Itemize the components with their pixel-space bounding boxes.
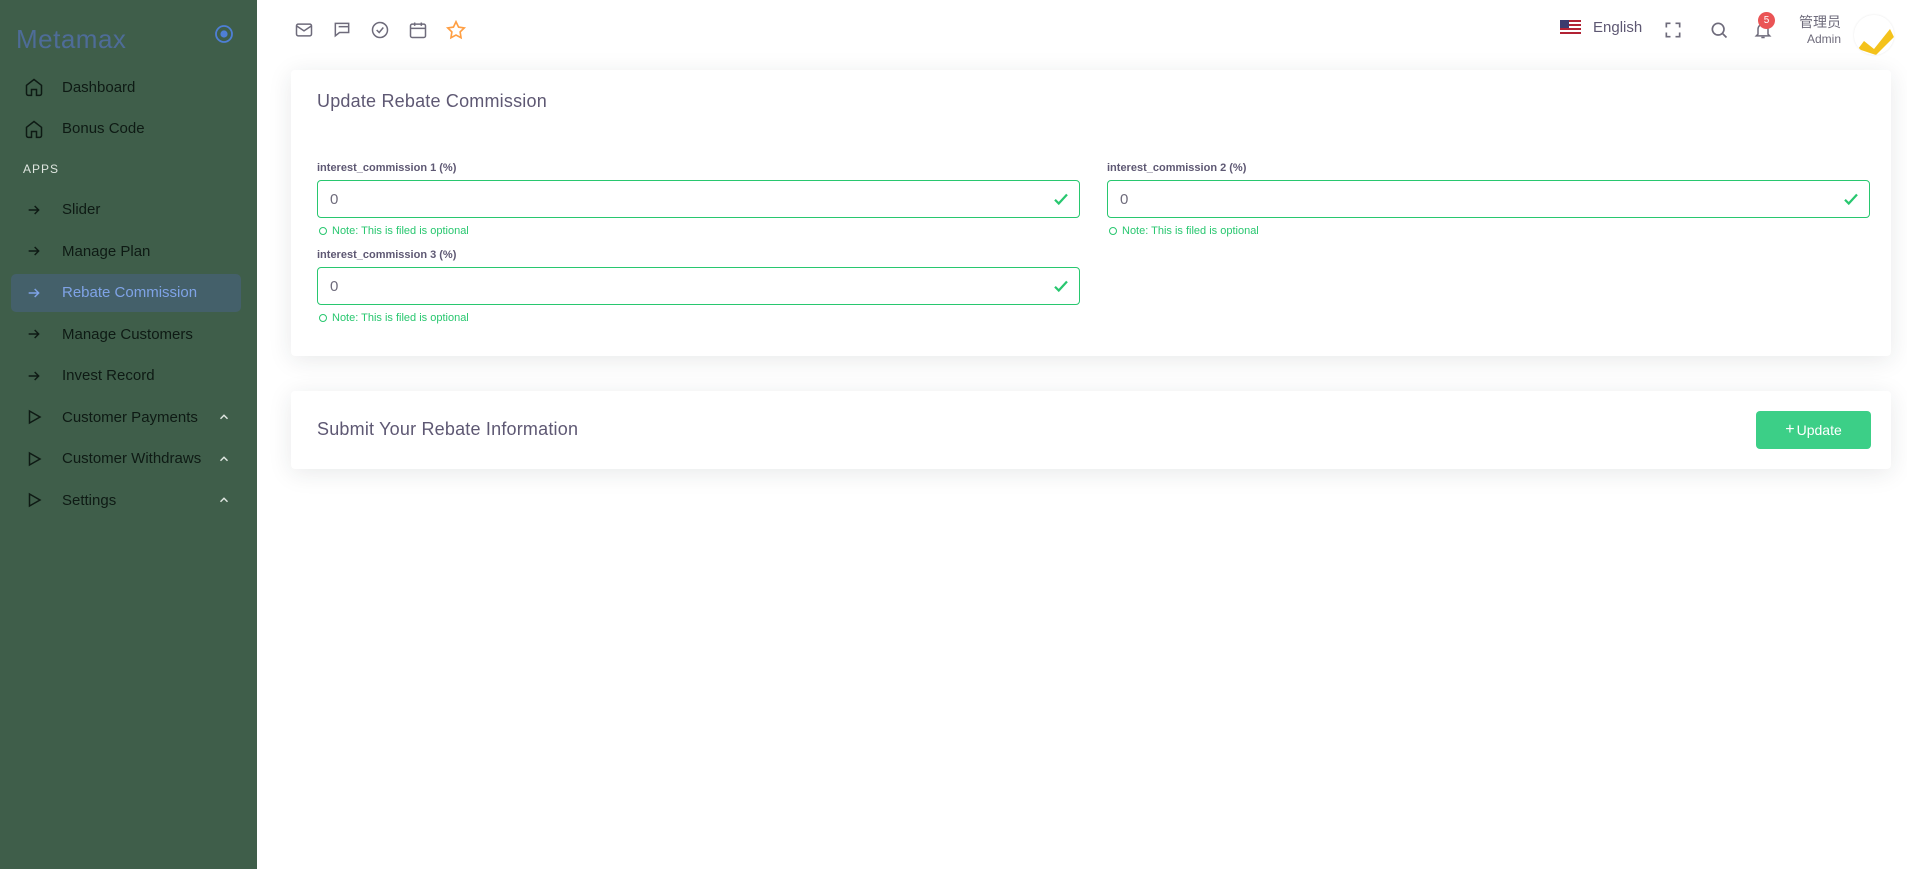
sidebar-item-label: Rebate Commission (62, 284, 198, 301)
play-icon (23, 489, 45, 511)
sidebar-item-slider[interactable]: Slider (11, 191, 241, 229)
chevron-up-icon (217, 452, 231, 466)
mail-icon[interactable] (293, 19, 315, 41)
sidebar-nav: Dashboard Bonus Code APPS Slider Manage … (11, 68, 241, 523)
interest-commission-2-field: interest_commission 2 (%) Note: This is … (1107, 162, 1870, 237)
sidebar-section-header: APPS (23, 161, 60, 176)
check-icon (1842, 190, 1860, 208)
sidebar-item-label: Customer Payments (62, 408, 198, 426)
chat-icon[interactable] (331, 19, 353, 41)
sidebar-item-label: Manage Customers (62, 325, 193, 343)
us-flag-icon (1560, 20, 1581, 35)
check-icon (1052, 277, 1070, 295)
check-circle-icon[interactable] (369, 19, 391, 41)
arrow-right-icon (23, 282, 45, 304)
update-button-label: Update (1796, 422, 1842, 438)
sidebar-item-label: Manage Plan (62, 242, 151, 260)
search-icon[interactable] (1708, 19, 1730, 41)
interest-commission-3-input[interactable] (317, 267, 1080, 305)
notification-badge: 5 (1758, 12, 1775, 29)
chevron-up-icon (217, 410, 231, 424)
field-note: Note: This is filed is optional (317, 312, 1080, 324)
sidebar-item-bonus-code[interactable]: Bonus Code (11, 110, 241, 148)
collapse-toggle-icon[interactable] (214, 24, 234, 44)
update-rebate-card: Update Rebate Commission interest_commis… (291, 70, 1891, 356)
play-icon (23, 448, 45, 470)
sidebar-item-manage-customers[interactable]: Manage Customers (11, 315, 241, 353)
field-label: interest_commission 1 (%) (317, 162, 457, 174)
play-icon (23, 406, 45, 428)
sidebar-item-settings[interactable]: Settings (11, 481, 241, 519)
avatar[interactable] (1854, 15, 1894, 55)
page-title: Update Rebate Commission (317, 91, 547, 111)
interest-commission-1-input[interactable] (317, 180, 1080, 218)
sidebar-item-label: Dashboard (62, 78, 136, 96)
sidebar-item-label: Settings (62, 491, 117, 509)
sidebar: Metamax Dashboard Bonus Code APPS Slider (0, 0, 257, 869)
brand-logo[interactable]: Metamax (16, 24, 126, 55)
submit-rebate-card: Submit Your Rebate Information + Update (291, 391, 1891, 469)
language-selector[interactable]: English (1560, 19, 1642, 36)
field-note-text: Note: This is filed is optional (1122, 225, 1259, 237)
home-icon (23, 118, 45, 140)
update-button[interactable]: + Update (1756, 411, 1871, 449)
circle-icon (319, 314, 327, 322)
user-name[interactable]: 管理员 (1793, 12, 1841, 32)
sidebar-item-label: Slider (62, 201, 101, 218)
sidebar-item-customer-payments[interactable]: Customer Payments (11, 398, 241, 436)
arrow-right-icon (23, 365, 45, 387)
chevron-up-icon (217, 493, 231, 507)
language-label: English (1593, 19, 1643, 36)
field-note-text: Note: This is filed is optional (332, 225, 469, 237)
interest-commission-3-field: interest_commission 3 (%) Note: This is … (317, 249, 1080, 324)
top-navbar (257, 0, 1907, 60)
circle-icon (319, 227, 327, 235)
sidebar-item-label: Bonus Code (62, 120, 145, 137)
home-icon (23, 76, 45, 98)
sidebar-item-label: Invest Record (62, 367, 155, 384)
circle-icon (1109, 227, 1117, 235)
interest-commission-1-field: interest_commission 1 (%) Note: This is … (317, 162, 1080, 237)
sidebar-item-customer-withdraws[interactable]: Customer Withdraws (11, 440, 241, 478)
check-icon (1052, 190, 1070, 208)
arrow-right-icon (23, 323, 45, 345)
sidebar-item-invest-record[interactable]: Invest Record (11, 357, 241, 395)
arrow-right-icon (23, 240, 45, 262)
user-role: Admin (1806, 32, 1841, 46)
sidebar-item-manage-plan[interactable]: Manage Plan (11, 232, 241, 270)
field-note: Note: This is filed is optional (317, 225, 1080, 237)
fullscreen-icon[interactable] (1662, 19, 1684, 41)
sidebar-item-label: Customer Withdraws (62, 450, 202, 467)
arrow-right-icon (23, 199, 45, 221)
submit-title: Submit Your Rebate Information (317, 419, 579, 439)
sidebar-item-dashboard[interactable]: Dashboard (11, 68, 241, 106)
field-note-text: Note: This is filed is optional (332, 312, 469, 324)
calendar-icon[interactable] (407, 19, 429, 41)
sidebar-item-rebate-commission[interactable]: Rebate Commission (11, 273, 241, 312)
field-label: interest_commission 2 (%) (1107, 162, 1247, 174)
star-icon[interactable] (445, 19, 467, 41)
plus-icon: + (1785, 421, 1795, 438)
field-label: interest_commission 3 (%) (317, 249, 457, 261)
interest-commission-2-input[interactable] (1107, 180, 1870, 218)
field-note: Note: This is filed is optional (1107, 225, 1870, 237)
